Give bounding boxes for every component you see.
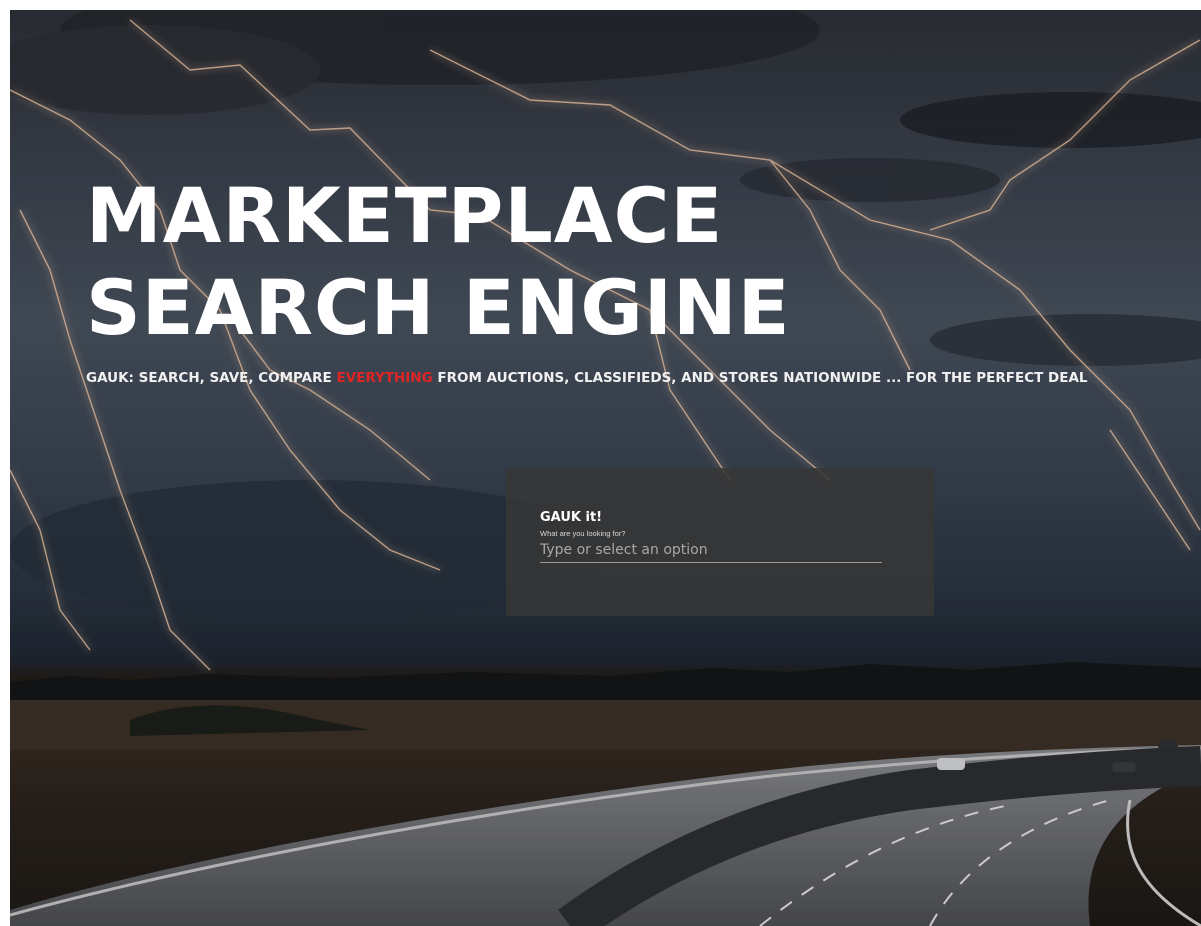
search-card: GAUK it! What are you looking for? xyxy=(506,468,934,616)
page-title: MARKETPLACE SEARCH ENGINE xyxy=(86,170,791,354)
search-card-title: GAUK it! xyxy=(540,510,603,525)
search-input[interactable] xyxy=(540,540,882,563)
tagline-highlight: EVERYTHING xyxy=(336,370,433,386)
title-line-1: MARKETPLACE xyxy=(86,171,724,260)
search-field-label: What are you looking for? xyxy=(540,529,626,538)
tagline: GAUK: SEARCH, SAVE, COMPARE EVERYTHING F… xyxy=(86,370,1166,387)
tagline-start: GAUK: SEARCH, SAVE, COMPARE xyxy=(86,370,337,386)
title-line-2: SEARCH ENGINE xyxy=(86,263,791,352)
tagline-end: FROM AUCTIONS, CLASSIFIEDS, AND STORES N… xyxy=(432,370,1088,386)
hero-banner: MARKETPLACE SEARCH ENGINE GAUK: SEARCH, … xyxy=(10,10,1201,926)
